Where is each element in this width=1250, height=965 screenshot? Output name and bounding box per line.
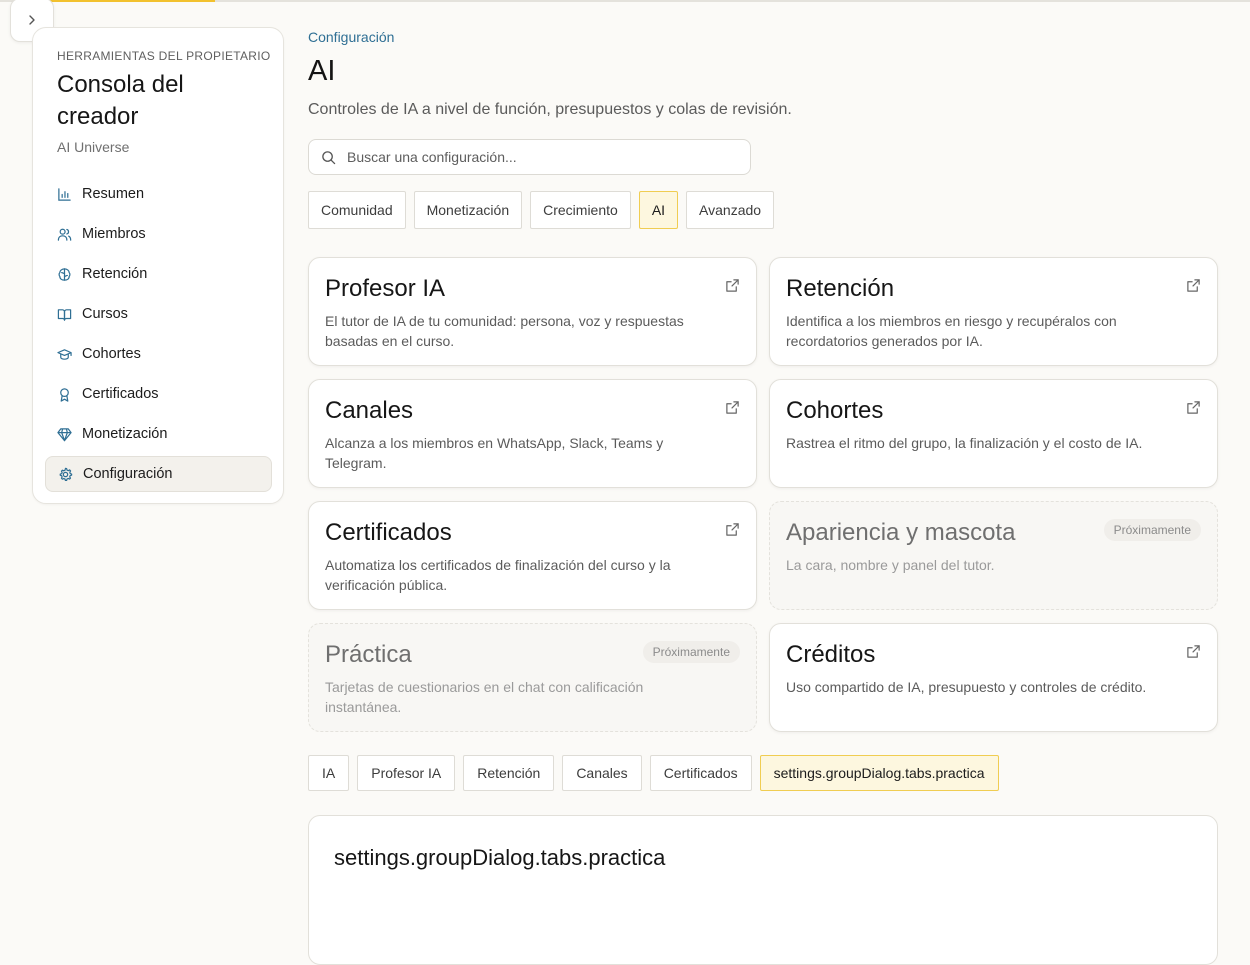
settings-panel: settings.groupDialog.tabs.practica [308,815,1218,965]
external-link-icon [726,279,739,292]
card-apariencia-mascota: Apariencia y mascota La cara, nombre y p… [769,501,1218,610]
card-description: La cara, nombre y panel del tutor. [786,557,995,573]
sidebar-eyebrow: HERRAMIENTAS DEL PROPIETARIO [57,49,271,63]
sidebar-item-label: Certificados [82,386,159,402]
page-title: AI [308,55,336,87]
tab-certificados[interactable]: Certificados [649,755,752,791]
coming-soon-badge: Próximamente [642,641,740,663]
tab-monetizacion[interactable]: Monetización [413,191,523,229]
sidebar: HERRAMIENTAS DEL PROPIETARIO Consola del… [32,27,284,504]
graduation-cap-icon [57,348,72,360]
card-title: Apariencia y mascota [786,519,1016,546]
card-description: El tutor de IA de tu comunidad: persona,… [325,313,684,349]
tab-retencion[interactable]: Retención [463,755,555,791]
sidebar-item-retencion[interactable]: Retención [45,256,272,292]
card-description: Alcanza a los miembros en WhatsApp, Slac… [325,435,664,471]
sidebar-item-label: Miembros [82,226,146,242]
category-tabs: Comunidad Monetización Crecimiento AI Av… [308,191,782,229]
gear-icon [59,467,73,481]
card-profesor-ia[interactable]: Profesor IA El tutor de IA de tu comunid… [308,257,757,366]
section-tabs: IA Profesor IA Retención Canales Certifi… [308,755,1007,791]
tab-comunidad[interactable]: Comunidad [308,191,406,229]
sidebar-item-miembros[interactable]: Miembros [45,216,272,252]
tab-profesor-ia[interactable]: Profesor IA [357,755,456,791]
users-icon [57,228,72,241]
card-practica: Práctica Tarjetas de cuestionarios en el… [308,623,757,732]
sidebar-item-label: Retención [82,266,148,282]
card-title: Práctica [325,641,412,668]
card-title: Cohortes [786,397,884,424]
page-description: Controles de IA a nivel de función, pres… [308,101,792,118]
external-link-icon [726,523,739,536]
card-description: Rastrea el ritmo del grupo, la finalizac… [786,435,1143,451]
sidebar-item-resumen[interactable]: Resumen [45,176,272,212]
sidebar-item-cohortes[interactable]: Cohortes [45,336,272,372]
sidebar-item-label: Cursos [82,306,128,322]
panel-title: settings.groupDialog.tabs.practica [334,845,666,870]
sidebar-nav: Resumen Miembros Retención Cursos Cohort… [45,176,272,496]
tab-avanzado[interactable]: Avanzado [686,191,775,229]
card-title: Certificados [325,519,452,546]
card-retencion[interactable]: Retención Identifica a los miembros en r… [769,257,1218,366]
sidebar-item-cursos[interactable]: Cursos [45,296,272,332]
search-input[interactable] [345,148,729,166]
card-description: Tarjetas de cuestionarios en el chat con… [325,679,644,715]
tab-ia[interactable]: IA [308,755,350,791]
award-icon [60,387,69,402]
sidebar-subtitle: AI Universe [57,139,130,155]
search-icon [322,150,336,164]
tab-ai[interactable]: AI [638,191,679,229]
sidebar-item-label: Resumen [82,186,145,202]
sidebar-item-monetizacion[interactable]: Monetización [45,416,272,452]
bar-chart-icon [58,187,71,201]
card-title: Retención [786,275,895,302]
sidebar-item-certificados[interactable]: Certificados [45,376,272,412]
external-link-icon [1187,279,1200,292]
sidebar-item-label: Monetización [82,426,168,442]
tab-practica[interactable]: settings.groupDialog.tabs.practica [759,755,999,791]
breadcrumb[interactable]: Configuración [308,29,394,45]
card-description: Uso compartido de IA, presupuesto y cont… [786,679,1147,695]
sidebar-title: Consola del creador [57,71,184,130]
brain-icon [58,267,71,281]
coming-soon-badge: Próximamente [1103,519,1201,541]
tab-crecimiento[interactable]: Crecimiento [530,191,631,229]
top-progress-line [0,0,1250,2]
sidebar-item-configuracion[interactable]: Configuración [45,456,272,492]
card-description: Automatiza los certificados de finalizac… [325,557,671,593]
book-open-icon [57,308,72,321]
card-title: Canales [325,397,414,424]
search-box [308,139,751,175]
card-certificados[interactable]: Certificados Automatiza los certificados… [308,501,757,610]
card-cohortes[interactable]: Cohortes Rastrea el ritmo del grupo, la … [769,379,1218,488]
chevron-right-icon [29,15,35,25]
card-canales[interactable]: Canales Alcanza a los miembros en WhatsA… [308,379,757,488]
card-creditos[interactable]: Créditos Uso compartido de IA, presupues… [769,623,1218,732]
external-link-icon [726,401,739,414]
tab-canales[interactable]: Canales [562,755,642,791]
sidebar-item-label: Configuración [83,466,173,482]
external-link-icon [1187,645,1200,658]
external-link-icon [1187,401,1200,414]
sidebar-item-label: Cohortes [82,346,141,362]
card-title: Créditos [786,641,876,668]
card-description: Identifica a los miembros en riesgo y re… [786,313,1117,349]
card-title: Profesor IA [325,275,446,302]
gem-icon [57,427,72,441]
